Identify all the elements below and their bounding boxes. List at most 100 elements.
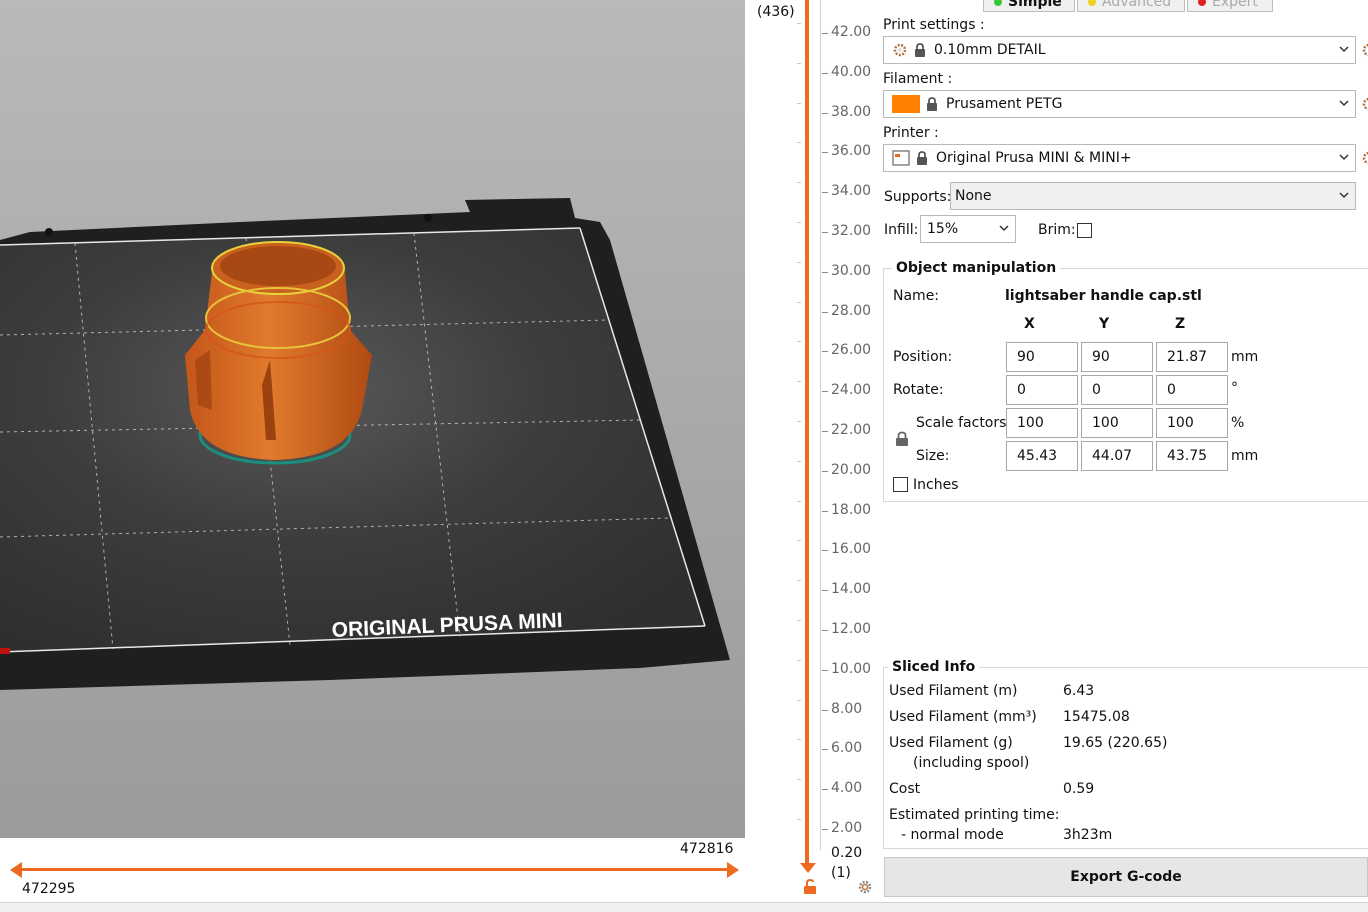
vertical-slider-track[interactable]: [805, 0, 809, 865]
print-bed-scene: ORIGINAL PRUSA MINI: [0, 198, 730, 690]
gear-icon[interactable]: [857, 879, 873, 895]
position-x-input[interactable]: 90: [1006, 342, 1078, 372]
vertical-slider-tick-label: 26.00: [831, 342, 872, 359]
printer-edit-icon[interactable]: [1361, 150, 1368, 166]
scale-unit: %: [1231, 415, 1245, 431]
scale-z-input[interactable]: 100: [1156, 408, 1228, 438]
vertical-slider-tick: [822, 630, 828, 631]
vertical-slider-lower-thumb[interactable]: [800, 863, 816, 875]
vertical-slider-tick-label: 30.00: [831, 262, 872, 279]
vertical-slider-minor-tick: [797, 222, 801, 223]
position-z-input[interactable]: 21.87: [1156, 342, 1228, 372]
vertical-slider-minor-tick: [797, 739, 801, 741]
vertical-slider-minor-tick: [797, 182, 801, 184]
vertical-slider-bottom-value: 0.20: [831, 845, 863, 861]
horizontal-slider-lower-value: 472295: [22, 881, 76, 897]
vertical-slider-minor-tick: [797, 62, 801, 64]
rotate-z-input[interactable]: 0: [1156, 375, 1228, 405]
vertical-slider-tick: [822, 391, 828, 393]
tab-expert[interactable]: Expert: [1187, 0, 1273, 12]
vertical-slider-minor-tick: [797, 500, 801, 502]
vertical-layer-slider: (436) 42.00 40.00 38.00 36.00 34.00 32.00 30.0…: [745, 0, 880, 912]
tab-simple[interactable]: Simple: [983, 0, 1075, 12]
rotate-label: Rotate:: [893, 382, 944, 398]
horizontal-slider-right-thumb[interactable]: [727, 862, 741, 878]
size-label: Size:: [916, 448, 950, 464]
vertical-slider-tick-label: 12.00: [831, 621, 872, 637]
vertical-slider-tick: [822, 709, 828, 711]
vertical-slider-tick: [822, 112, 828, 114]
lock-icon: [915, 43, 925, 57]
vertical-slider-tick-label: 28.00: [831, 302, 872, 319]
scale-y-input[interactable]: 100: [1081, 408, 1153, 438]
vertical-slider-bottom-layer: (1): [831, 865, 851, 881]
horizontal-slider-upper-value: 472816: [680, 841, 734, 857]
vertical-slider-minor-tick: [797, 301, 801, 303]
size-x-input[interactable]: 45.43: [1006, 441, 1078, 471]
vertical-slider-tick: [822, 590, 828, 592]
used-filament-mm3-value: 15475.08: [1063, 709, 1130, 725]
horizontal-slider-left-thumb[interactable]: [10, 862, 24, 878]
vertical-slider-tick: [822, 669, 828, 671]
infill-label: Infill:: [884, 222, 919, 238]
filament-label: Filament :: [883, 71, 953, 87]
horizontal-slider-track[interactable]: [16, 868, 734, 871]
inches-checkbox[interactable]: [893, 477, 908, 492]
vertical-slider-tick: [822, 311, 828, 313]
axis-z-header: Z: [1175, 316, 1186, 332]
scale-x-input[interactable]: 100: [1006, 408, 1078, 438]
horizontal-slider-area: 472816 472295: [0, 838, 760, 912]
vertical-slider-minor-tick: [797, 381, 801, 383]
vertical-slider-tick: [822, 749, 828, 751]
vertical-slider-minor-tick: [797, 421, 801, 422]
used-filament-m-value: 6.43: [1063, 683, 1095, 699]
including-spool-label: (including spool): [913, 755, 1030, 771]
vertical-slider-tick: [822, 550, 828, 552]
filament-edit-icon[interactable]: [1361, 96, 1368, 112]
scale-factors-label: Scale factors:: [916, 415, 1012, 431]
position-y-input[interactable]: 90: [1081, 342, 1153, 372]
vertical-slider-tick-label: 42.00: [831, 24, 872, 40]
estimated-time-label: Estimated printing time:: [889, 807, 1060, 823]
lightsaber-cap-model[interactable]: [185, 241, 372, 460]
print-settings-edit-icon[interactable]: [1361, 42, 1368, 58]
chevron-down-icon: [1339, 192, 1349, 199]
used-filament-m-label: Used Filament (m): [889, 683, 1018, 699]
position-label: Position:: [893, 349, 953, 365]
vertical-slider-tick-label: 34.00: [831, 183, 872, 200]
chevron-down-icon: [1339, 100, 1349, 107]
3d-viewport[interactable]: ORIGINAL PRUSA MINI: [0, 0, 745, 838]
unlock-icon[interactable]: [803, 879, 817, 895]
export-gcode-button[interactable]: Export G-code: [884, 857, 1368, 897]
supports-combo[interactable]: None: [950, 182, 1356, 210]
vertical-slider-minor-tick: [797, 779, 801, 781]
tab-advanced[interactable]: Advanced: [1077, 0, 1185, 12]
scale-lock-icon[interactable]: [895, 431, 909, 447]
printer-icon: [892, 150, 910, 166]
size-z-input[interactable]: 43.75: [1156, 441, 1228, 471]
brim-checkbox[interactable]: [1077, 223, 1092, 238]
red-dot-icon: [1198, 0, 1206, 6]
rotate-unit: °: [1231, 380, 1238, 396]
vertical-slider-tick-label: 18.00: [831, 501, 872, 518]
infill-combo[interactable]: 15%: [920, 215, 1016, 243]
vertical-slider-tick: [822, 829, 828, 830]
print-settings-combo[interactable]: 0.10mm DETAIL: [883, 36, 1356, 64]
rotate-x-input[interactable]: 0: [1006, 375, 1078, 405]
vertical-slider-tick-label: 40.00: [831, 63, 872, 80]
vertical-slider-minor-tick: [797, 102, 801, 104]
printer-combo[interactable]: Original Prusa MINI & MINI+: [883, 144, 1356, 172]
size-y-input[interactable]: 44.07: [1081, 441, 1153, 471]
vertical-slider-tick-label: 6.00: [831, 740, 863, 757]
vertical-slider-minor-tick: [797, 819, 801, 820]
vertical-slider-tick: [822, 789, 828, 791]
cost-label: Cost: [889, 781, 921, 797]
used-filament-g-value: 19.65 (220.65): [1063, 735, 1168, 751]
size-unit: mm: [1231, 448, 1259, 464]
rotate-y-input[interactable]: 0: [1081, 375, 1153, 405]
filament-combo[interactable]: Prusament PETG: [883, 90, 1356, 118]
lock-icon: [917, 151, 927, 165]
normal-mode-label: - normal mode: [901, 827, 1004, 843]
vertical-slider-tick: [822, 72, 828, 74]
vertical-slider-tick-label: 14.00: [831, 581, 872, 598]
